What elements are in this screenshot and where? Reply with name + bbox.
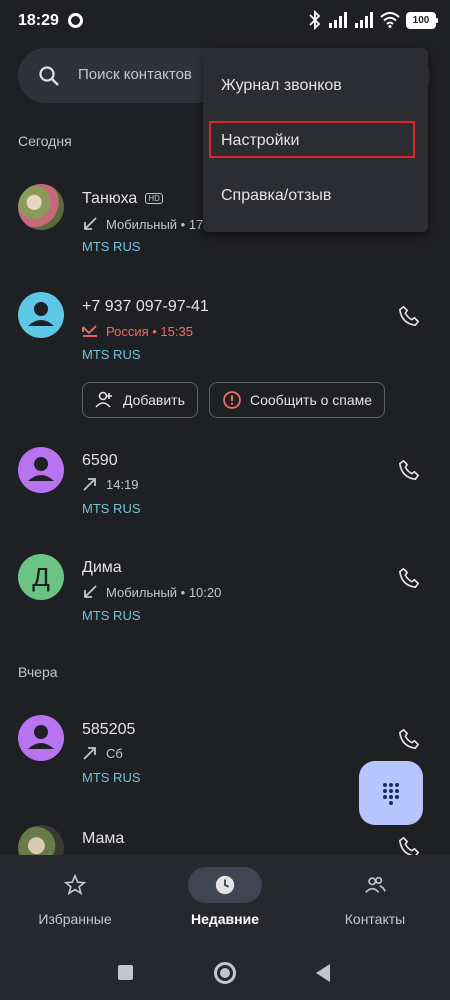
- dialpad-icon: [383, 783, 399, 805]
- call-carrier: MTS RUS: [82, 608, 141, 623]
- call-detail-text: Россия • 15:35: [106, 323, 193, 339]
- alert-icon: [223, 391, 241, 409]
- battery-level: 100: [412, 14, 430, 26]
- menu-item-help-feedback[interactable]: Справка/отзыв: [221, 187, 331, 205]
- call-name: 585205: [82, 721, 136, 738]
- signal-icon-2: [355, 12, 373, 28]
- star-icon: [64, 874, 86, 896]
- incoming-call-icon: [84, 217, 97, 230]
- battery-icon: 100: [406, 11, 438, 29]
- call-name-text: Танюха: [82, 190, 138, 207]
- call-carrier: MTS RUS: [82, 347, 141, 362]
- notification-dot-icon: [68, 13, 83, 28]
- menu-item-call-history[interactable]: Журнал звонков: [221, 77, 342, 95]
- status-bar: 18:29 100: [0, 0, 450, 42]
- menu-item-settings[interactable]: Настройки: [221, 132, 299, 150]
- nav-favorites[interactable]: Избранные: [0, 867, 150, 927]
- call-detail-text: Мобильный • 10:20: [106, 584, 222, 600]
- missed-call-icon: [82, 325, 97, 337]
- hd-badge: HD: [145, 193, 163, 205]
- nav-recent-icon-wrap: [188, 867, 262, 903]
- outgoing-call-icon: [83, 478, 96, 491]
- phone-icon[interactable]: [398, 836, 420, 855]
- call-row[interactable]: Д Дима Мобильный • 10:20 MTS RUS: [0, 550, 450, 640]
- avatar[interactable]: [18, 825, 64, 855]
- nav-contacts-icon-wrap: [338, 867, 412, 903]
- home-circle-icon[interactable]: [214, 962, 236, 984]
- call-detail-text: 14:19: [106, 476, 139, 492]
- avatar[interactable]: Д: [18, 554, 64, 600]
- nav-recent-label: Недавние: [190, 911, 260, 927]
- person-icon: [28, 457, 54, 481]
- overflow-menu: Журнал звонков Настройки Справка/отзыв: [203, 48, 428, 232]
- nav-recent[interactable]: Недавние: [150, 867, 300, 927]
- call-carrier: MTS RUS: [82, 770, 141, 785]
- nav-favorites-label: Избранные: [38, 911, 112, 927]
- phone-icon[interactable]: [398, 459, 420, 481]
- phone-icon[interactable]: [398, 567, 420, 589]
- call-name: 6590: [82, 452, 118, 469]
- call-row[interactable]: 6590 14:19 MTS RUS: [0, 440, 450, 530]
- call-detail: 14:19: [82, 476, 139, 492]
- avatar[interactable]: [18, 715, 64, 761]
- call-detail-text: Мобильный • 17: [106, 216, 204, 232]
- bluetooth-icon: [309, 10, 321, 30]
- incoming-call-icon: [84, 585, 97, 598]
- outgoing-call-icon: [83, 747, 96, 760]
- recents-square-icon[interactable]: [118, 965, 133, 980]
- call-name: Танюха HD: [82, 190, 163, 208]
- search-icon: [39, 66, 59, 86]
- add-contact-button[interactable]: Добавить: [82, 382, 198, 418]
- call-name: Дима: [82, 559, 122, 576]
- avatar[interactable]: [18, 292, 64, 338]
- nav-favorites-icon-wrap: [38, 867, 112, 903]
- call-detail: Мобильный • 17: [82, 216, 203, 232]
- call-carrier: MTS RUS: [82, 239, 141, 254]
- people-icon: [365, 876, 386, 893]
- call-detail: Россия • 15:35: [82, 323, 193, 339]
- nav-contacts[interactable]: Контакты: [300, 867, 450, 927]
- add-person-icon: [95, 391, 112, 408]
- report-spam-label: Сообщить о спаме: [250, 392, 373, 408]
- status-time: 18:29: [18, 12, 59, 29]
- dialpad-button[interactable]: [359, 761, 423, 825]
- avatar[interactable]: [18, 447, 64, 493]
- section-today: Сегодня: [18, 133, 72, 149]
- person-icon: [28, 302, 54, 326]
- clock-icon: [215, 875, 235, 895]
- call-name: +7 937 097-97-41: [82, 298, 209, 315]
- avatar[interactable]: [18, 184, 64, 230]
- nav-contacts-label: Контакты: [344, 911, 406, 927]
- back-triangle-icon[interactable]: [316, 964, 330, 982]
- call-detail: Сб: [82, 745, 123, 761]
- call-detail: Мобильный • 10:20: [82, 584, 221, 600]
- system-navigation: [0, 955, 450, 1000]
- phone-icon[interactable]: [398, 728, 420, 750]
- person-icon: [28, 725, 54, 749]
- phone-icon[interactable]: [398, 305, 420, 327]
- section-yesterday: Вчера: [18, 664, 58, 680]
- status-icons: 100: [308, 10, 438, 30]
- add-contact-label: Добавить: [123, 392, 185, 408]
- search-input[interactable]: Поиск контактов: [78, 66, 192, 83]
- call-detail-text: Сб: [106, 745, 123, 761]
- report-spam-button[interactable]: Сообщить о спаме: [209, 382, 386, 418]
- call-row[interactable]: +7 937 097-97-41 Россия • 15:35 MTS RUS: [0, 287, 450, 377]
- signal-icon: [329, 12, 347, 28]
- call-carrier: MTS RUS: [82, 501, 141, 516]
- call-name: Мама: [82, 830, 125, 847]
- wifi-icon: [380, 12, 400, 28]
